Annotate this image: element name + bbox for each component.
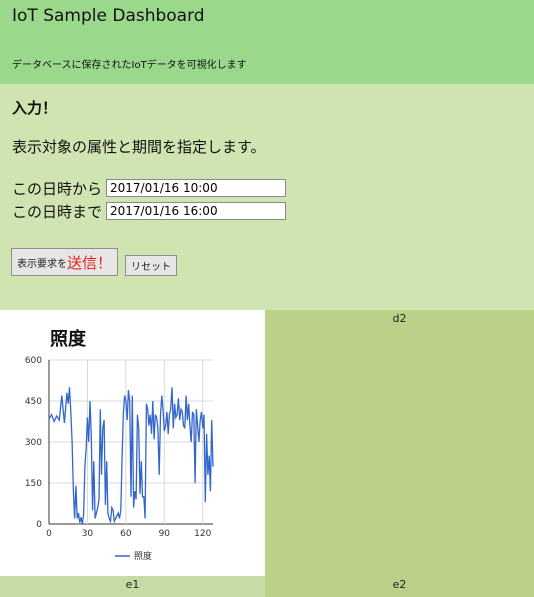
- legend-label: 照度: [134, 550, 152, 562]
- form-heading: 入力！: [12, 99, 58, 117]
- x-tick-label: 120: [194, 529, 211, 539]
- y-tick-label: 0: [36, 520, 42, 530]
- from-datetime-input[interactable]: [106, 179, 287, 197]
- page-subtitle: データベースに保存されたIoTデータを可視化します: [12, 60, 247, 71]
- x-tick-label: 90: [159, 529, 171, 539]
- y-tick-label: 600: [25, 356, 42, 366]
- panel-d2: d2: [265, 310, 534, 576]
- panel-e1-label: e1: [125, 578, 140, 591]
- submit-button-label: 表示要求を: [17, 258, 67, 270]
- y-tick-label: 450: [25, 397, 42, 407]
- reset-button[interactable]: リセット: [125, 255, 177, 276]
- chart-title: 照度: [50, 328, 87, 350]
- panel-e1: e1: [0, 576, 265, 597]
- reset-button-label: リセット: [131, 262, 171, 273]
- to-row: この日時まで: [12, 200, 287, 222]
- input-form: 入力！ 表示対象の属性と期間を指定します。 この日時から この日時まで 表示要求…: [0, 84, 534, 310]
- from-row: この日時から: [12, 177, 287, 199]
- y-tick-label: 150: [25, 479, 42, 489]
- panel-d2-label: d2: [392, 312, 407, 325]
- submit-button[interactable]: 表示要求を 送信！: [11, 248, 119, 276]
- from-label: この日時から: [12, 179, 103, 198]
- submit-button-emphasis: 送信！: [67, 253, 113, 272]
- page-title: IoT Sample Dashboard: [12, 6, 205, 26]
- to-datetime-input[interactable]: [106, 202, 287, 220]
- panel-e2-label: e2: [392, 578, 407, 591]
- series-line-illuminance: [48, 387, 214, 525]
- chart-panel: 0 150 300 450 600 0 30 60 90 120 照度 照度: [0, 310, 265, 576]
- y-tick-label: 300: [25, 438, 42, 448]
- panel-e2: e2: [265, 576, 534, 597]
- x-tick-label: 0: [46, 529, 52, 539]
- to-label: この日時まで: [12, 202, 103, 221]
- illuminance-chart: 0 150 300 450 600 0 30 60 90 120 照度 照度: [25, 328, 214, 562]
- form-description: 表示対象の属性と期間を指定します。: [12, 138, 266, 156]
- x-tick-label: 60: [120, 529, 132, 539]
- x-tick-label: 30: [82, 529, 94, 539]
- header: IoT Sample Dashboard データベースに保存されたIoTデータを…: [0, 0, 534, 84]
